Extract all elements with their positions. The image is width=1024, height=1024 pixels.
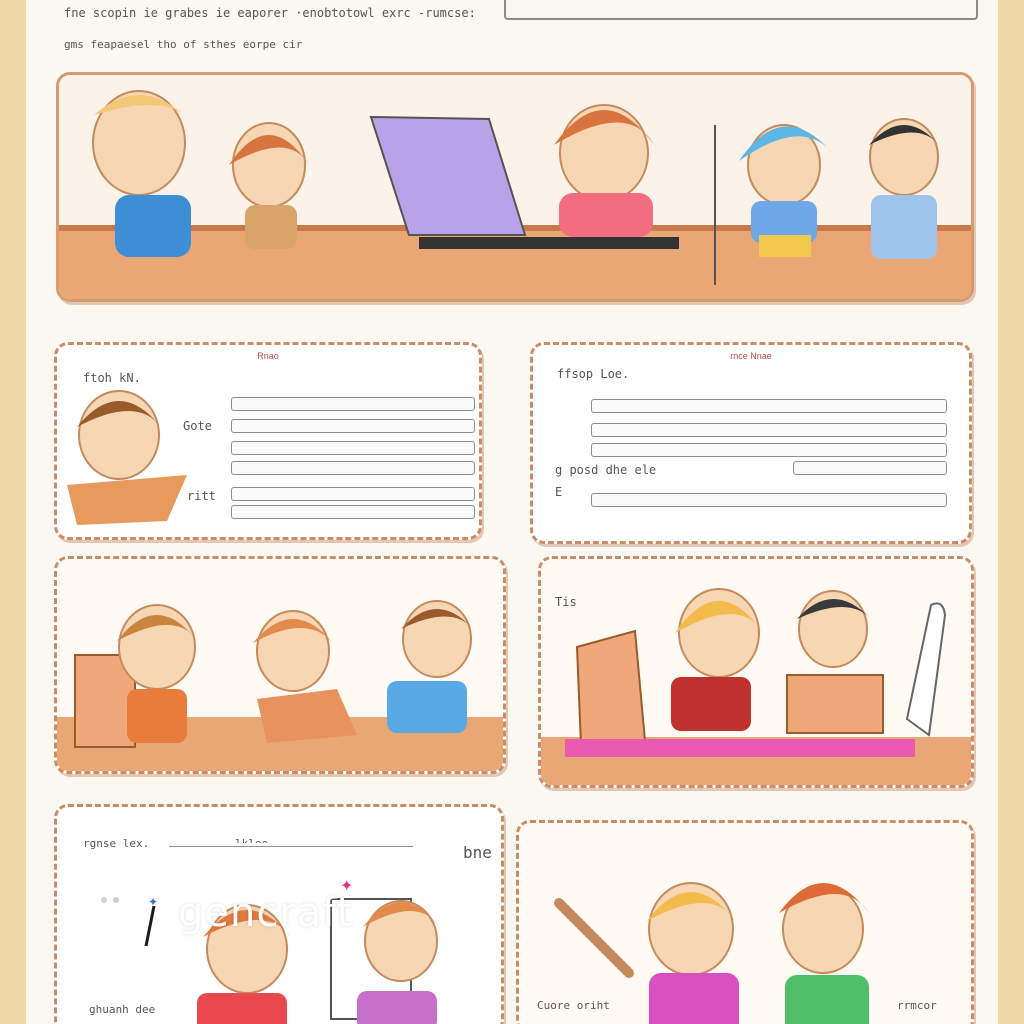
write-line[interactable] (231, 441, 475, 455)
write-line[interactable] (591, 423, 947, 437)
worksheet-header-line-1: fne scopin ie grabes ie eaporer ·enobtot… (64, 6, 476, 20)
panel-label: bne dhe: (463, 843, 501, 862)
write-line[interactable] (231, 397, 475, 411)
write-line[interactable] (591, 493, 947, 507)
write-line[interactable] (231, 461, 475, 475)
panel-label: E (555, 485, 563, 499)
illustration-panel-lower-left (54, 556, 506, 774)
write-line[interactable] (231, 505, 475, 519)
gencraft-logo-text: gencraft (178, 890, 354, 936)
panel-caption: rnce Nnae (730, 351, 772, 361)
laptop-pair-illustration (541, 559, 971, 785)
write-line[interactable] (591, 443, 947, 457)
header-blank-line (504, 0, 978, 20)
panel-label: Cuore oriht (537, 999, 610, 1012)
form-panel-left: Rnao ftoh kN. Gote ritt (54, 342, 482, 540)
octopus-logo-icon: ✦ (69, 882, 158, 951)
worksheet-header-line-2: gms feapaesel tho of sthes eorpe cir (64, 38, 303, 51)
panel-label: ffsop Loe. (557, 367, 630, 381)
sparkle-icon: ✦ (340, 878, 354, 895)
group-work-illustration (57, 559, 503, 771)
panel-label: ghuanh dee (89, 1003, 156, 1016)
cheering-kids-illustration (519, 823, 971, 1024)
illustration-panel-lower-right: Tis (538, 556, 974, 788)
top-illustration-panel (56, 72, 974, 302)
illustration-panel-bottom-right: Cuore oriht rrmcor (516, 820, 974, 1024)
write-line[interactable] (793, 461, 947, 475)
gencraft-watermark: ✦ gencraft ✦ (68, 876, 368, 956)
classroom-illustration (59, 75, 971, 299)
svg-text:✦: ✦ (148, 895, 158, 909)
child-portrait-illustration (67, 390, 187, 525)
write-line[interactable] (231, 419, 475, 433)
form-panel-right: rnce Nnae ffsop Loe. g posd dhe ele E (530, 342, 972, 544)
panel-corner-label: Tis (555, 595, 577, 609)
panel-label: g posd dhe ele (555, 463, 657, 477)
write-line[interactable] (231, 487, 475, 501)
write-line[interactable] (591, 399, 947, 413)
panel-label: rrmcor (897, 999, 937, 1012)
